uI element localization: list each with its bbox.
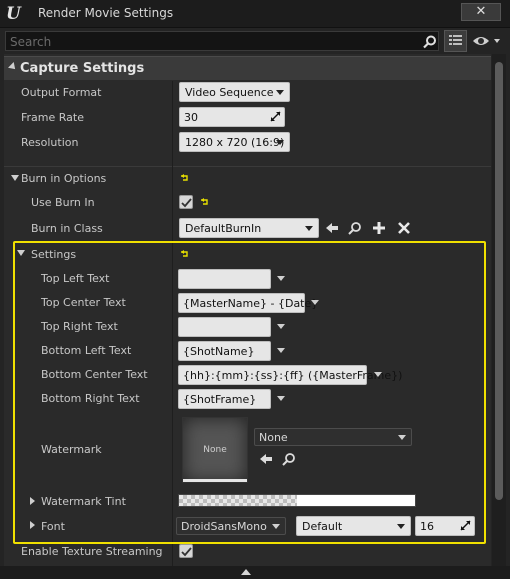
texture-streaming-checkbox[interactable] <box>179 544 193 558</box>
collapse-arrow-icon[interactable] <box>8 62 18 72</box>
use-selected-arrow-icon[interactable] <box>259 452 273 466</box>
capture-settings-title: Capture Settings <box>20 61 145 76</box>
window-title: Render Movie Settings <box>38 6 174 20</box>
font-size-input[interactable]: 16 <box>415 516 475 536</box>
font-style-dropdown[interactable]: Default <box>296 516 411 536</box>
add-plus-icon[interactable] <box>372 221 386 235</box>
reset-arrow-icon[interactable] <box>179 173 189 183</box>
alpha-checker <box>179 495 297 506</box>
checkmark-icon <box>181 198 192 208</box>
clear-x-icon[interactable] <box>397 221 411 235</box>
browse-search-icon[interactable] <box>282 452 296 466</box>
resolution-value: 1280 x 720 (16:9) <box>185 136 285 149</box>
font-size-value: 16 <box>420 520 434 533</box>
chevron-down-icon <box>276 90 284 95</box>
watermark-thumbnail[interactable]: None <box>182 417 248 483</box>
burnin-options-label: Burn in Options <box>21 172 107 185</box>
chevron-down-icon <box>272 524 280 529</box>
burnin-class-label: Burn in Class <box>31 222 103 235</box>
frame-rate-value: 30 <box>184 111 198 124</box>
search-icon[interactable] <box>423 35 437 49</box>
bottom-bar <box>0 566 510 579</box>
visibility-eye-icon[interactable] <box>470 30 504 52</box>
close-button[interactable]: ✕ <box>461 3 501 21</box>
output-format-label: Output Format <box>21 86 102 99</box>
chevron-down-icon <box>305 226 313 231</box>
chevron-down-icon <box>398 435 406 440</box>
browse-search-icon[interactable] <box>348 221 362 235</box>
use-burnin-label: Use Burn In <box>31 196 95 209</box>
texture-streaming-label: Enable Texture Streaming <box>21 545 163 558</box>
output-format-dropdown[interactable]: Video Sequence <box>179 82 290 102</box>
thumbnail-label: None <box>203 445 227 455</box>
title-bar: U Render Movie Settings ✕ <box>0 0 510 28</box>
output-format-value: Video Sequence <box>185 86 274 99</box>
collapse-up-icon[interactable] <box>241 569 251 575</box>
watermark-asset-dropdown[interactable]: None <box>254 428 412 446</box>
unreal-logo-icon: U <box>6 4 21 24</box>
burnin-class-dropdown[interactable]: DefaultBurnIn <box>179 218 319 238</box>
watermark-tint-color-swatch[interactable] <box>178 494 416 507</box>
frame-rate-label: Frame Rate <box>21 111 84 124</box>
reset-arrow-icon[interactable] <box>199 197 209 207</box>
font-style-value: Default <box>302 520 343 533</box>
checkmark-icon <box>181 547 192 557</box>
view-options-grid-icon[interactable] <box>444 30 467 52</box>
capture-settings-header[interactable]: Capture Settings <box>4 56 491 80</box>
frame-rate-input[interactable]: 30 <box>179 107 285 127</box>
watermark-asset-value: None <box>259 431 288 444</box>
font-family-dropdown[interactable]: DroidSansMono <box>176 517 286 535</box>
font-family-value: DroidSansMono <box>181 520 267 533</box>
resolution-dropdown[interactable]: 1280 x 720 (16:9) <box>179 132 290 152</box>
burnin-class-value: DefaultBurnIn <box>185 222 262 235</box>
search-bar <box>5 31 439 51</box>
resize-arrows-icon <box>270 111 281 122</box>
scrollbar-thumb[interactable] <box>495 62 503 500</box>
search-input[interactable] <box>10 34 410 50</box>
chevron-down-icon <box>397 524 405 529</box>
expand-burnin-icon[interactable] <box>11 175 19 181</box>
use-burnin-checkbox[interactable] <box>179 195 193 209</box>
use-selected-arrow-icon[interactable] <box>325 221 339 235</box>
resolution-label: Resolution <box>21 136 79 149</box>
chevron-down-icon <box>276 140 284 145</box>
resize-arrows-icon <box>460 520 471 531</box>
